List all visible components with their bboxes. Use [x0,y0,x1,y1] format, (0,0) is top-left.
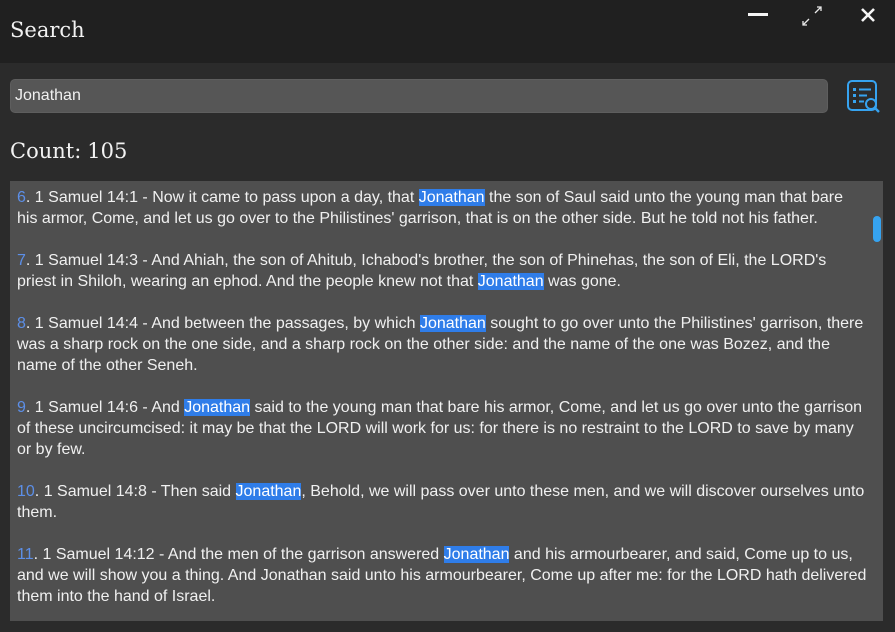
result-text: was gone. [543,273,621,290]
list-item[interactable]: 11. 1 Samuel 14:12 - And the men of the … [17,544,867,607]
close-button[interactable] [853,4,883,30]
search-highlight: Jonathan [477,273,544,290]
result-index: 6 [17,189,26,206]
count-value: 105 [87,139,128,163]
result-index: 10 [17,483,35,500]
search-button[interactable] [844,78,882,116]
list-item[interactable]: 9. 1 Samuel 14:6 - And Jonathan said to … [17,397,867,460]
result-index: 11 [17,546,34,563]
scrollbar[interactable] [871,196,881,620]
list-item[interactable]: 7. 1 Samuel 14:3 - And Ahiah, the son of… [17,250,867,292]
search-input[interactable] [10,79,828,113]
result-text: 1 Samuel 14:3 - And Ahiah, the son of Ah… [17,252,827,290]
count-label: Count: [10,139,82,163]
expand-arrows-icon [802,6,822,26]
search-highlight: Jonathan [235,483,302,500]
result-index: 8 [17,315,26,332]
result-text: 1 Samuel 14:8 - Then said [43,483,236,500]
search-highlight: Jonathan [443,546,510,563]
window-title: Search [10,18,85,42]
search-highlight: Jonathan [184,399,251,416]
result-index: 7 [17,252,26,269]
list-item[interactable]: 8. 1 Samuel 14:4 - And between the passa… [17,313,867,376]
title-bar: Search [0,0,895,63]
results-list[interactable]: 6. 1 Samuel 14:1 - Now it came to pass u… [10,181,883,621]
result-index: 9 [17,399,26,416]
result-count: Count: 105 [10,139,127,163]
result-text: 1 Samuel 14:4 - And between the passages… [34,315,420,332]
result-text: 1 Samuel 14:1 - Now it came to pass upon… [34,189,419,206]
maximize-button[interactable] [799,4,829,30]
list-search-icon [847,80,880,113]
results-content: 6. 1 Samuel 14:1 - Now it came to pass u… [17,187,867,621]
search-highlight: Jonathan [418,189,485,206]
minimize-icon [748,13,768,16]
list-item[interactable]: 10. 1 Samuel 14:8 - Then said Jonathan, … [17,481,867,523]
minimize-button[interactable] [743,4,773,30]
scrollbar-thumb[interactable] [873,216,881,242]
result-text: 1 Samuel 14:12 - And the men of the garr… [42,546,444,563]
search-highlight: Jonathan [419,315,486,332]
result-text: 1 Samuel 14:6 - And [34,399,185,416]
close-icon [861,8,875,22]
list-item[interactable]: 6. 1 Samuel 14:1 - Now it came to pass u… [17,187,867,229]
